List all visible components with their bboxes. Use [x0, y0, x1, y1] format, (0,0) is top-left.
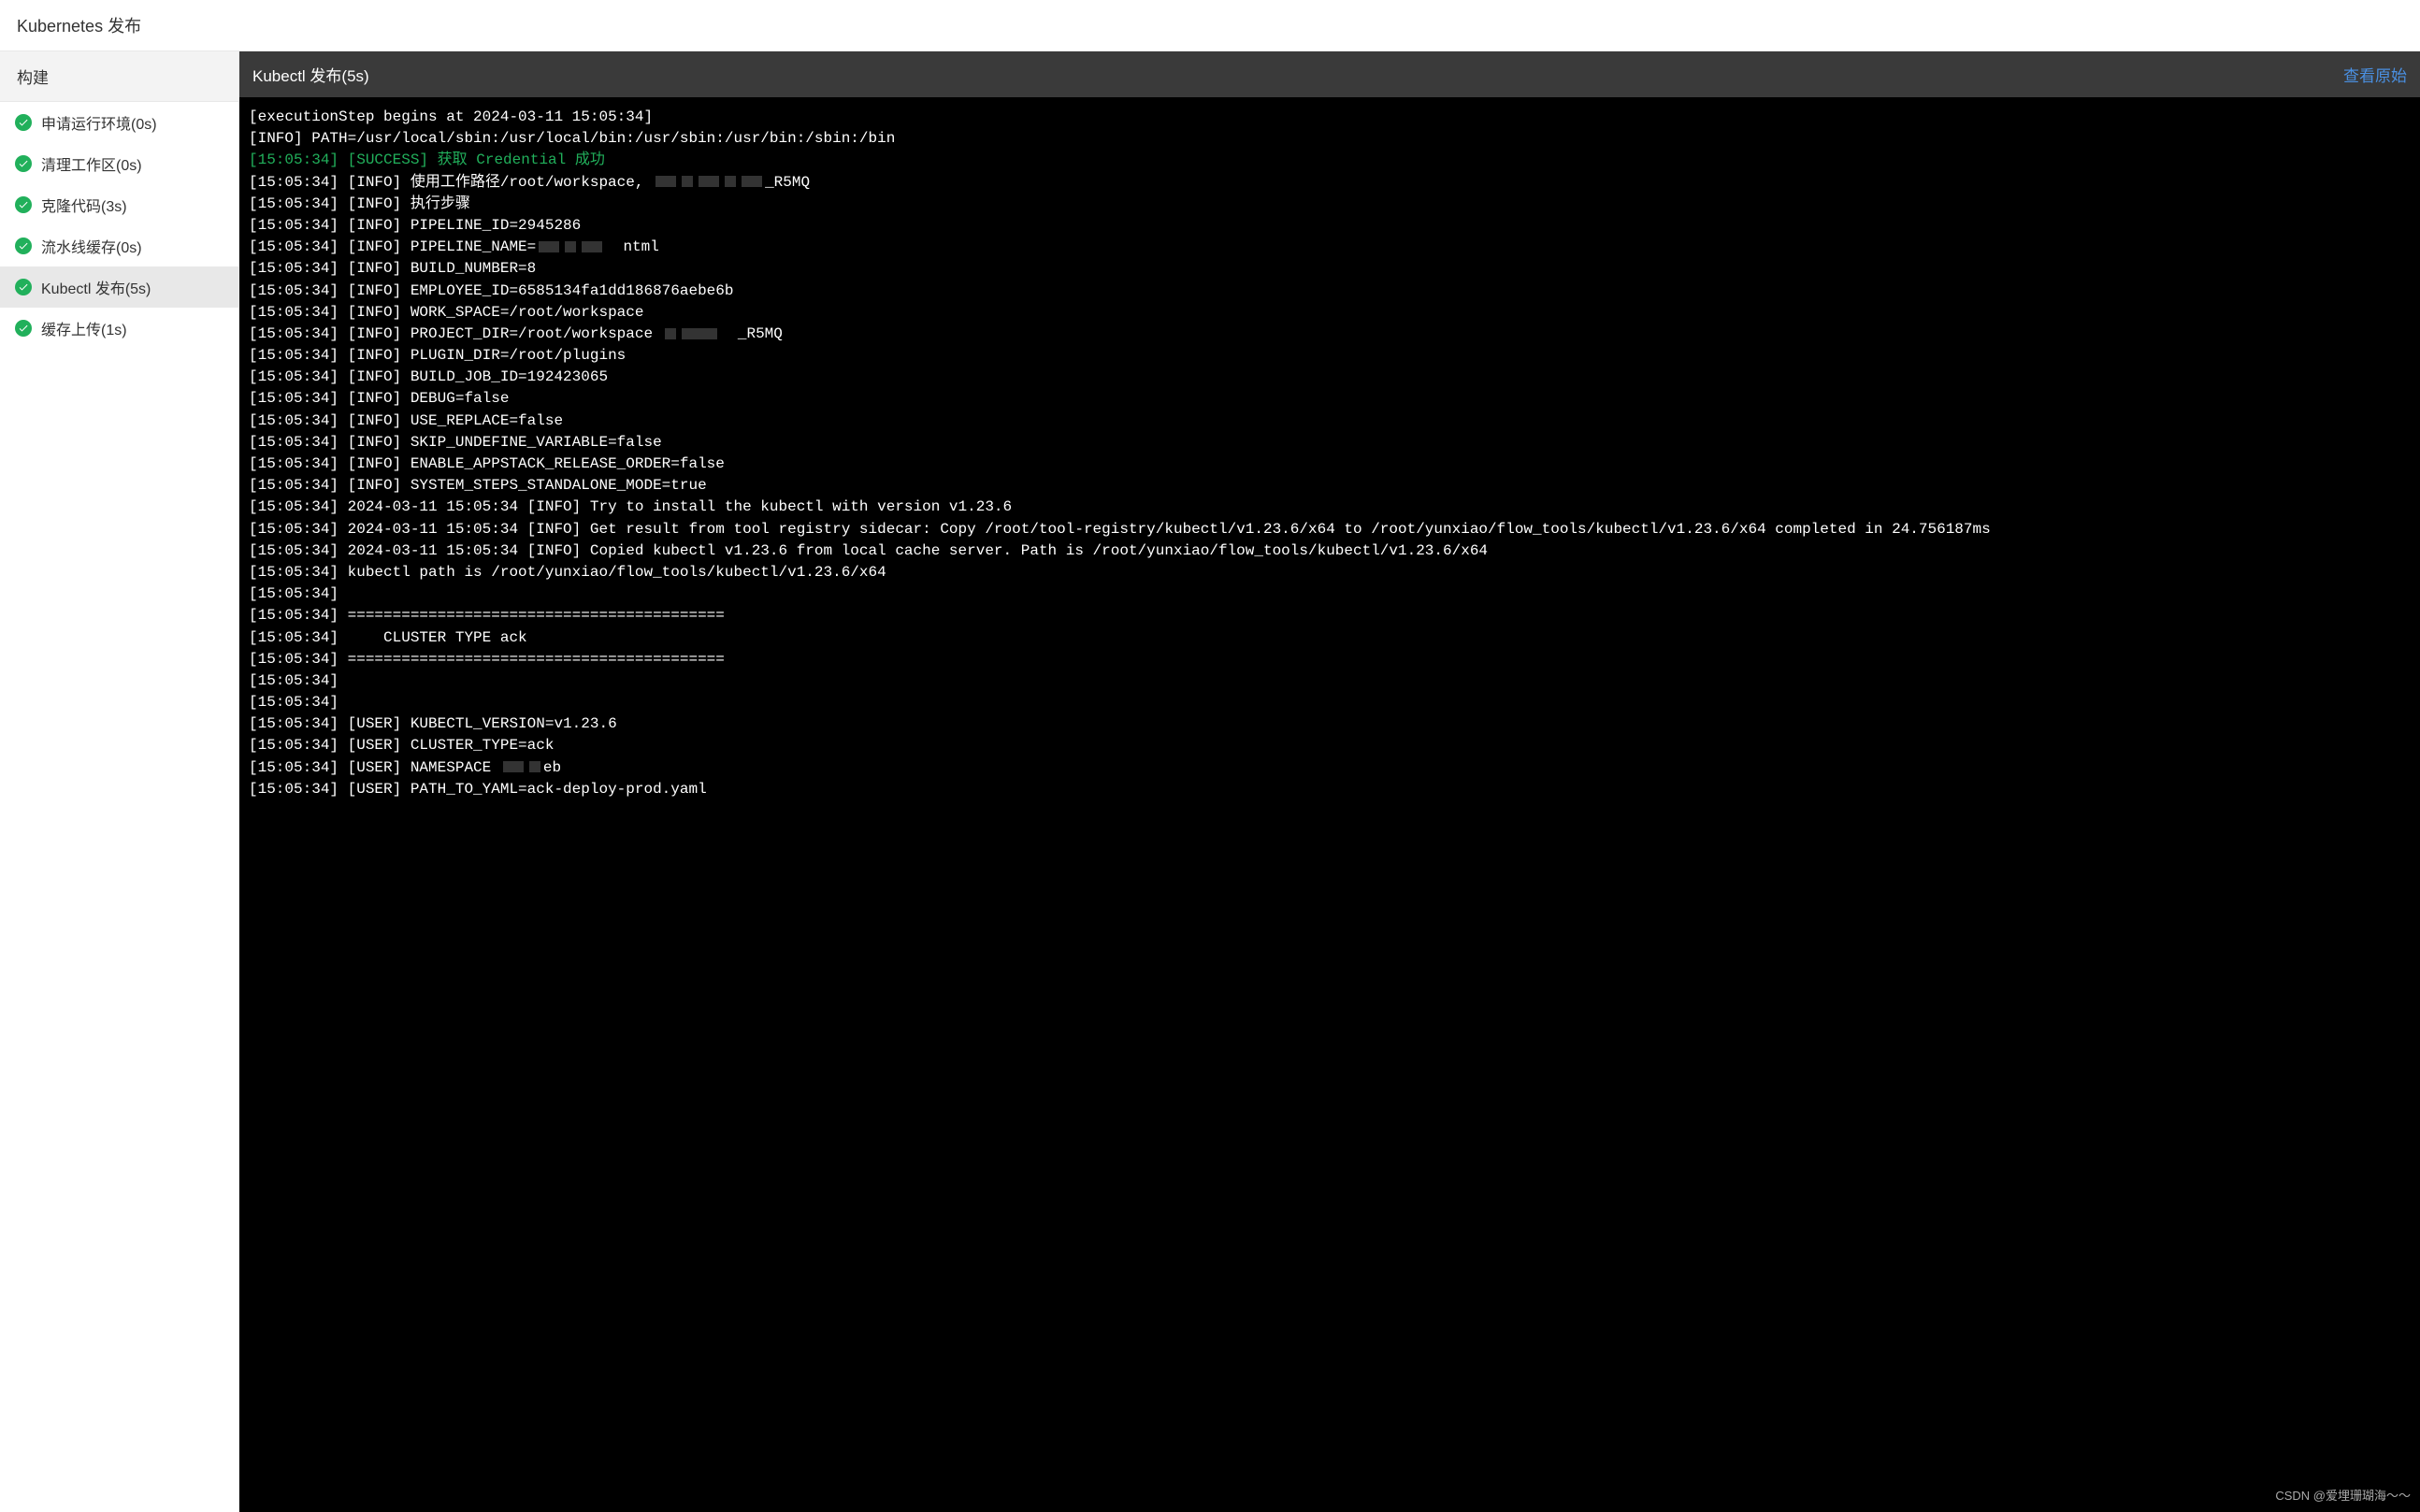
log-line: [15:05:34] [SUCCESS] 获取 Credential 成功	[249, 150, 2411, 171]
redacted-block	[665, 328, 676, 339]
log-line: [15:05:34] CLUSTER TYPE ack	[249, 627, 2411, 649]
check-circle-icon	[15, 114, 32, 131]
log-line: [15:05:34] [INFO] BUILD_NUMBER=8	[249, 258, 2411, 280]
sidebar-item-label: 申请运行环境(0s)	[41, 111, 157, 134]
log-line: [15:05:34] 2024-03-11 15:05:34 [INFO] Tr…	[249, 497, 2411, 518]
redacted-block	[503, 761, 524, 772]
log-line: [15:05:34] [INFO] USE_REPLACE=false	[249, 410, 2411, 432]
sidebar-item-step-0[interactable]: 申请运行环境(0s)	[0, 102, 238, 143]
sidebar-item-label: 流水线缓存(0s)	[41, 235, 142, 257]
log-line: [15:05:34] [INFO] EMPLOYEE_ID=6585134fa1…	[249, 281, 2411, 302]
log-line: [15:05:34]	[249, 583, 2411, 605]
log-line: [15:05:34] kubectl path is /root/yunxiao…	[249, 562, 2411, 583]
log-panel-title: Kubectl 发布(5s)	[252, 63, 369, 86]
check-circle-icon	[15, 320, 32, 337]
log-line: [15:05:34] [INFO] WORK_SPACE=/root/works…	[249, 302, 2411, 324]
sidebar-item-step-3[interactable]: 流水线缓存(0s)	[0, 225, 238, 266]
sidebar-header: 构建	[0, 51, 238, 102]
log-line: [INFO] PATH=/usr/local/sbin:/usr/local/b…	[249, 128, 2411, 150]
sidebar-item-step-1[interactable]: 清理工作区(0s)	[0, 143, 238, 184]
check-circle-icon	[15, 196, 32, 213]
page-title: Kubernetes 发布	[0, 0, 2420, 51]
log-line: [15:05:34] [INFO] ENABLE_APPSTACK_RELEAS…	[249, 454, 2411, 475]
log-line: [15:05:34] [USER] PATH_TO_YAML=ack-deplo…	[249, 779, 2411, 800]
log-line: [15:05:34] [INFO] DEBUG=false	[249, 388, 2411, 410]
main-panel: Kubectl 发布(5s) 查看原始 [executionStep begin…	[239, 51, 2420, 1512]
check-circle-icon	[15, 155, 32, 172]
sidebar-item-label: 缓存上传(1s)	[41, 317, 127, 339]
log-line: [15:05:34] 2024-03-11 15:05:34 [INFO] Ge…	[249, 519, 2411, 540]
check-circle-icon	[15, 238, 32, 254]
redacted-block	[682, 176, 693, 187]
watermark: CSDN @爱埋珊瑚海～～	[2275, 1486, 2411, 1504]
log-line: [15:05:34] =============================…	[249, 649, 2411, 670]
sidebar-item-label: Kubectl 发布(5s)	[41, 276, 151, 298]
sidebar-item-step-5[interactable]: 缓存上传(1s)	[0, 308, 238, 349]
log-line: [15:05:34] [INFO] PIPELINE_ID=2945286	[249, 215, 2411, 237]
sidebar-item-label: 清理工作区(0s)	[41, 152, 142, 175]
redacted-block	[539, 241, 559, 252]
redacted-block	[582, 241, 602, 252]
redacted-block	[742, 176, 762, 187]
redacted-block	[655, 176, 676, 187]
log-line: [15:05:34] [INFO] BUILD_JOB_ID=192423065	[249, 367, 2411, 388]
log-line: [15:05:34] [INFO] SYSTEM_STEPS_STANDALON…	[249, 475, 2411, 497]
redacted-block	[725, 176, 736, 187]
log-line: [15:05:34] [USER] NAMESPACE eb	[249, 757, 2411, 779]
log-line: [15:05:34] [INFO] 执行步骤	[249, 194, 2411, 215]
check-circle-icon	[15, 279, 32, 295]
log-line: [executionStep begins at 2024-03-11 15:0…	[249, 107, 2411, 128]
sidebar-item-step-4[interactable]: Kubectl 发布(5s)	[0, 266, 238, 308]
redacted-block	[699, 176, 719, 187]
redacted-block	[565, 241, 576, 252]
log-line: [15:05:34] [INFO] PIPELINE_NAME= ntml	[249, 237, 2411, 258]
log-panel[interactable]: [executionStep begins at 2024-03-11 15:0…	[239, 97, 2420, 1512]
log-line: [15:05:34] [INFO] PROJECT_DIR=/root/work…	[249, 324, 2411, 345]
sidebar-item-label: 克隆代码(3s)	[41, 194, 127, 216]
log-line: [15:05:34] [INFO] SKIP_UNDEFINE_VARIABLE…	[249, 432, 2411, 454]
redacted-block	[529, 761, 540, 772]
log-line: [15:05:34] 2024-03-11 15:05:34 [INFO] Co…	[249, 540, 2411, 562]
sidebar-item-step-2[interactable]: 克隆代码(3s)	[0, 184, 238, 225]
redacted-block	[682, 328, 717, 339]
log-line: [15:05:34] [USER] KUBECTL_VERSION=v1.23.…	[249, 713, 2411, 735]
log-line: [15:05:34]	[249, 692, 2411, 713]
sidebar: 构建 申请运行环境(0s) 清理工作区(0s) 克隆代码(3s) 流水线缓存(0s) K…	[0, 51, 239, 1512]
log-line: [15:05:34] =============================…	[249, 605, 2411, 626]
log-panel-header: Kubectl 发布(5s) 查看原始	[239, 51, 2420, 97]
view-original-link[interactable]: 查看原始	[2343, 63, 2407, 86]
log-line: [15:05:34] [INFO] PLUGIN_DIR=/root/plugi…	[249, 345, 2411, 367]
main-container: 构建 申请运行环境(0s) 清理工作区(0s) 克隆代码(3s) 流水线缓存(0s) K…	[0, 51, 2420, 1512]
log-line: [15:05:34] [INFO] 使用工作路径/root/workspace,…	[249, 172, 2411, 194]
log-line: [15:05:34] [USER] CLUSTER_TYPE=ack	[249, 735, 2411, 756]
log-line: [15:05:34]	[249, 670, 2411, 692]
